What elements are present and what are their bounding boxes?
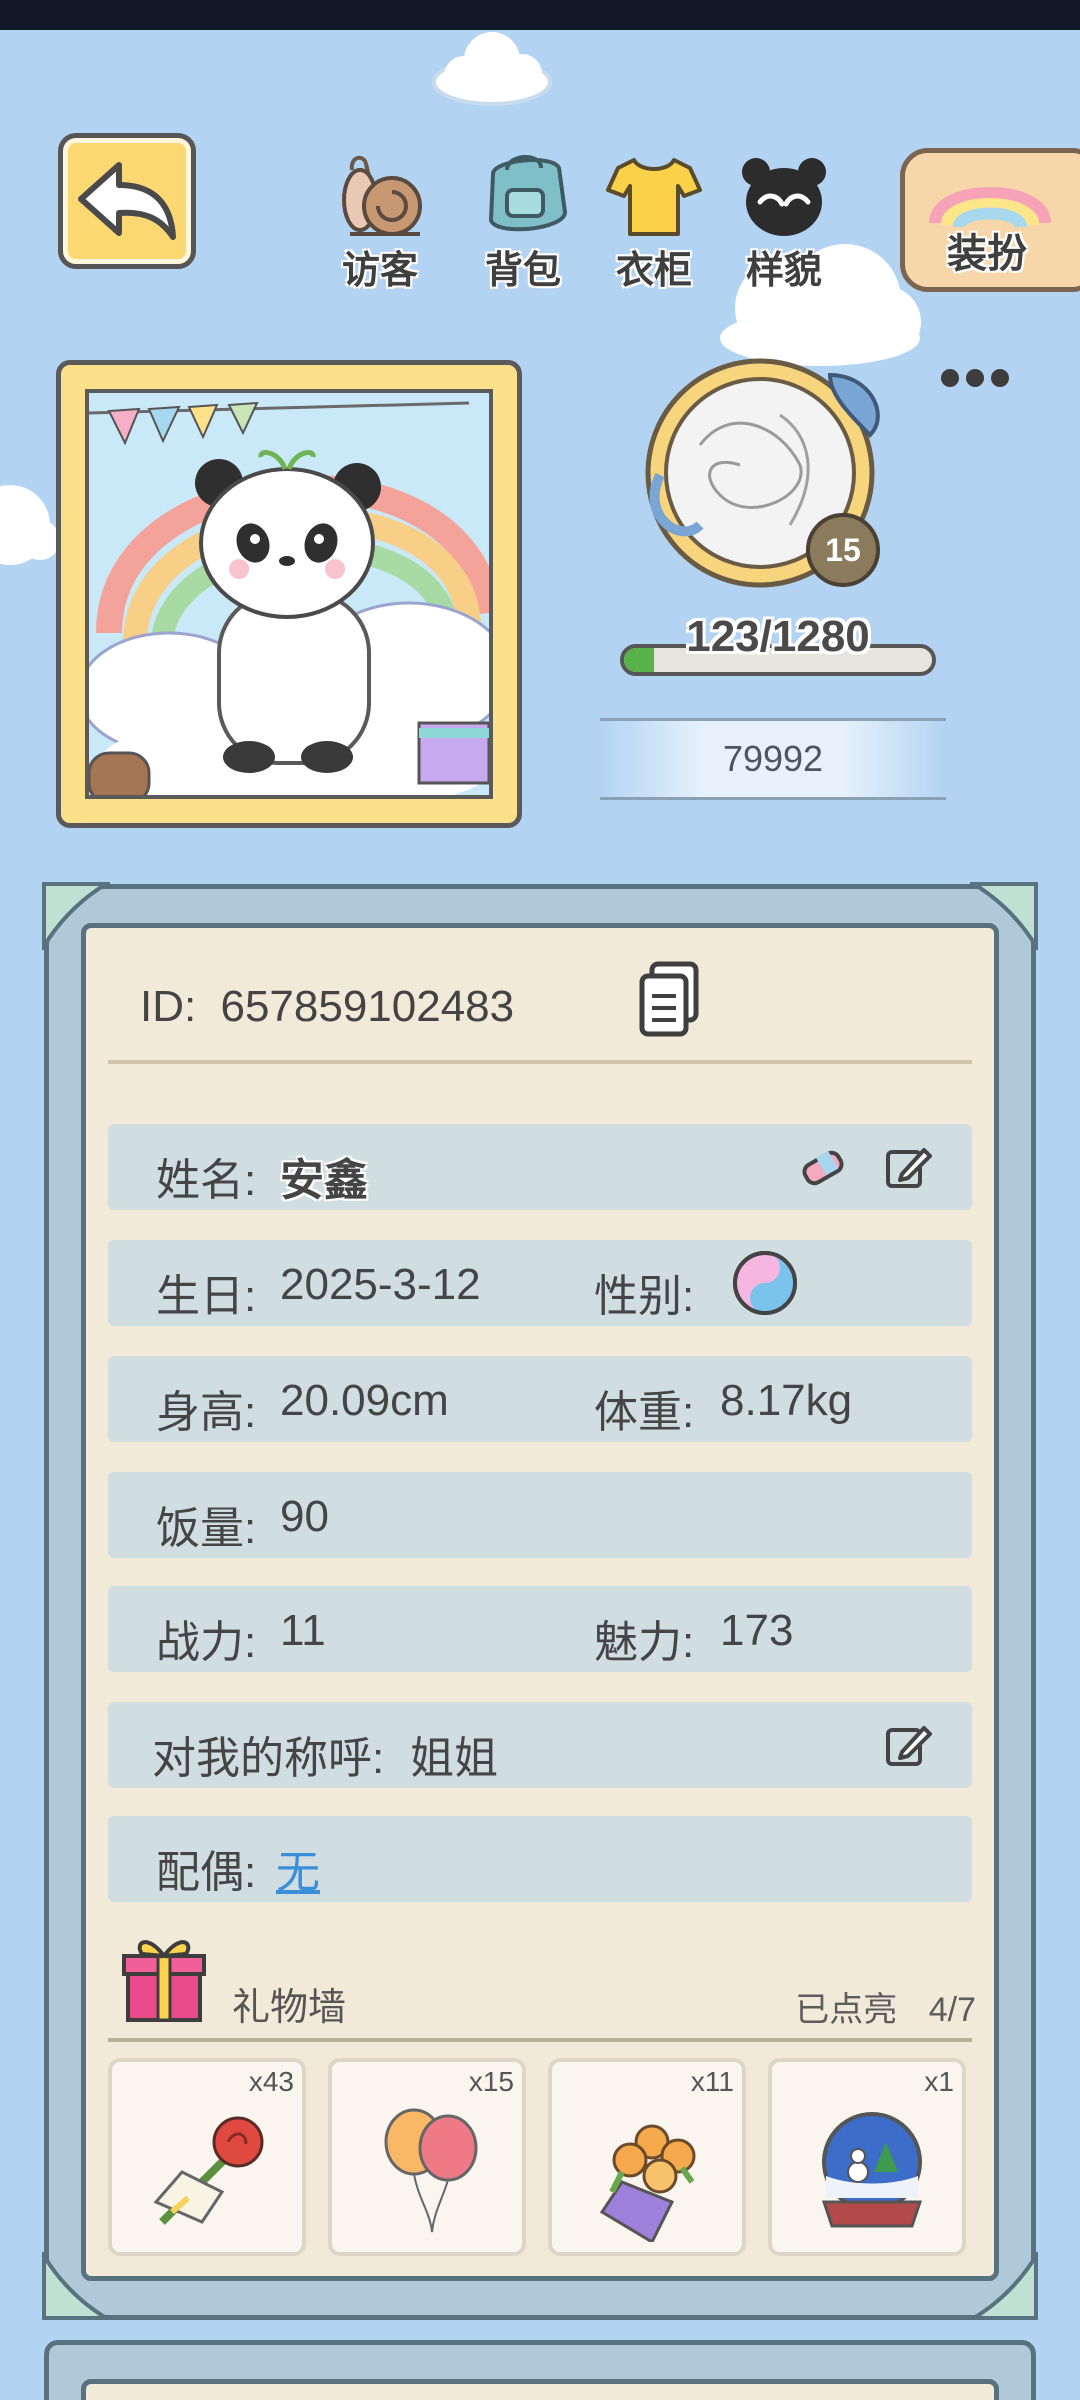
avatar[interactable]: 15 [640, 355, 900, 595]
wardrobe-label: 衣柜 [615, 250, 692, 292]
height-row: 身高: 20.09cm 体重: 8.17kg [108, 1356, 972, 1442]
height-value: 20.09cm [280, 1376, 449, 1425]
id-label: ID: [140, 982, 197, 1031]
gift-wall-lit-value: 4/7 [928, 1991, 976, 2029]
nickname-label: 对我的称呼: [152, 1734, 385, 1783]
lower-panel [44, 2340, 1036, 2400]
name-row: 姓名: 安鑫 [108, 1124, 972, 1210]
backpack-label: 背包 [484, 250, 561, 292]
appetite-label: 饭量: [156, 1504, 257, 1553]
gift-count: x15 [468, 2066, 514, 2097]
exp-text: 123/1280 [686, 612, 870, 661]
back-arrow-icon [78, 162, 176, 240]
birthday-value: 2025-3-12 [280, 1260, 481, 1309]
gift-card[interactable]: x11 [548, 2058, 746, 2256]
back-button[interactable] [58, 133, 196, 269]
spouse-label: 配偶: [156, 1848, 257, 1897]
cloud-decoration [430, 20, 554, 106]
birthday-label: 生日: [156, 1272, 257, 1321]
backpack-button[interactable]: 背包 [463, 150, 583, 292]
gift-wall-title: 礼物墙 [232, 1987, 347, 2029]
level-badge: 15 [806, 513, 880, 587]
corner-ornament [970, 2252, 1038, 2320]
more-dots-icon [941, 369, 1009, 387]
coin-balance: 79992 [600, 718, 946, 800]
visitors-label: 访客 [341, 250, 418, 292]
pet-portrait[interactable] [56, 360, 522, 828]
edit-icon[interactable] [882, 1142, 932, 1192]
dress-up-button[interactable]: 装扮 [900, 148, 1080, 292]
copy-icon[interactable] [638, 960, 702, 1040]
shirt-icon [606, 158, 702, 236]
gift-card[interactable]: x15 [328, 2058, 526, 2256]
panda-face-icon [742, 158, 826, 236]
gift-box-icon [122, 1940, 206, 2022]
appetite-row: 饭量: 90 [108, 1472, 972, 1558]
snow-globe-icon [821, 2112, 923, 2228]
nickname-row: 对我的称呼: 姐姐 [108, 1702, 972, 1788]
dress-up-label: 装扮 [947, 232, 1027, 276]
corner-ornament [970, 882, 1038, 950]
gift-count: x43 [248, 2066, 294, 2097]
id-value: 657859102483 [220, 982, 515, 1031]
spouse-row: 配偶: 无 [108, 1816, 972, 1902]
nickname-value: 姐姐 [410, 1734, 498, 1783]
appetite-value: 90 [280, 1492, 329, 1541]
gift-wall-header: 礼物墙 已点亮 4/7 [108, 1930, 976, 2040]
spouse-link[interactable]: 无 [276, 1836, 320, 1900]
gift-card[interactable]: x1 [768, 2058, 966, 2256]
charm-value: 173 [720, 1606, 794, 1655]
id-text: ID: 657859102483 [140, 982, 514, 1032]
weight-label: 体重: [594, 1388, 695, 1437]
gift-wall-lit: 已点亮 4/7 [795, 1982, 976, 2031]
power-value: 11 [280, 1606, 326, 1655]
eraser-icon[interactable] [798, 1142, 848, 1192]
snail-icon [342, 155, 422, 236]
power-row: 战力: 11 魅力: 173 [108, 1586, 972, 1672]
height-label: 身高: [156, 1388, 257, 1437]
appearance-button[interactable]: 样貌 [724, 150, 844, 292]
gift-wall-lit-label: 已点亮 [795, 1991, 898, 2029]
divider [108, 2038, 972, 2042]
rose-bouquet-icon [153, 2116, 264, 2225]
gift-count: x1 [924, 2066, 954, 2097]
birthday-row: 生日: 2025-3-12 性别: [108, 1240, 972, 1326]
more-options-button[interactable] [940, 368, 1010, 388]
corner-ornament [42, 2252, 110, 2320]
cloud-decoration [0, 480, 60, 570]
balloons-icon [384, 2108, 478, 2233]
gender-label: 性别: [594, 1272, 695, 1321]
name-label: 姓名: [156, 1156, 257, 1205]
name-value: 安鑫 [280, 1156, 368, 1205]
backpack-icon [488, 154, 568, 232]
panda-pet-image [89, 401, 489, 795]
corner-ornament [42, 882, 110, 950]
power-label: 战力: [156, 1618, 257, 1667]
gender-icon [733, 1251, 797, 1315]
weight-value: 8.17kg [720, 1376, 853, 1425]
level-text: 15 [825, 531, 861, 568]
visitors-button[interactable]: 访客 [320, 150, 440, 292]
edit-icon[interactable] [882, 1720, 932, 1770]
appearance-label: 样貌 [745, 250, 822, 292]
charm-label: 魅力: [594, 1618, 695, 1667]
wardrobe-button[interactable]: 衣柜 [594, 150, 714, 292]
gift-card[interactable]: x43 [108, 2058, 306, 2256]
gift-count: x11 [690, 2066, 734, 2097]
id-row: ID: 657859102483 [90, 960, 970, 1060]
flower-bouquet-icon [599, 2124, 696, 2242]
divider [108, 1060, 972, 1064]
